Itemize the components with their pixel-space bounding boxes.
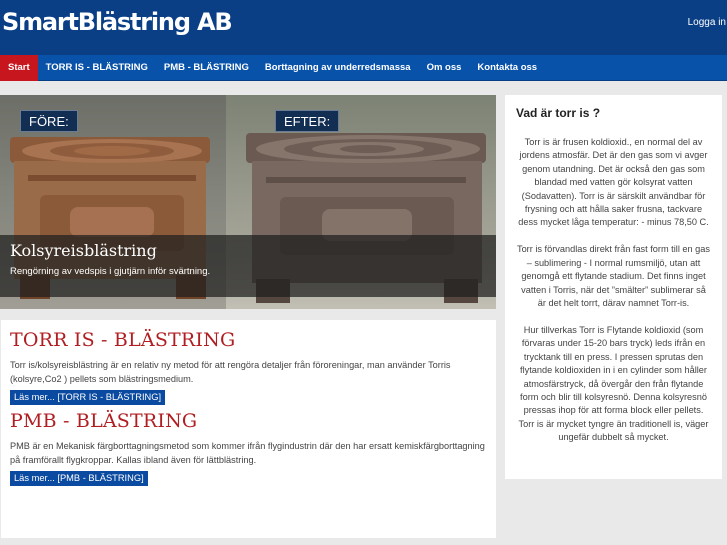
main-content: TORR IS - BLÄSTRING Torr is/kolsyreisblä… — [1, 320, 496, 538]
site-header: SmartBlästring AB Logga in — [0, 0, 727, 55]
section-text-pmb: PMB är en Mekanisk färgborttagningsmetod… — [10, 441, 485, 465]
nav-item-om-oss[interactable]: Om oss — [419, 55, 470, 81]
site-logo[interactable]: SmartBlästring AB — [2, 8, 233, 36]
nav-item-underredsmassa[interactable]: Borttagning av underredsmassa — [257, 55, 419, 81]
nav-item-pmb[interactable]: PMB - BLÄSTRING — [156, 55, 257, 81]
nav-item-start[interactable]: Start — [0, 55, 38, 81]
sidebar-title: Vad är torr is ? — [516, 106, 601, 120]
section-heading-pmb: PMB - BLÄSTRING — [10, 410, 198, 432]
nav-item-kontakta-oss[interactable]: Kontakta oss — [469, 55, 545, 81]
sidebar-info: Vad är torr is ? Torr is är frusen koldi… — [505, 95, 722, 479]
sidebar-paragraph: Torr is är frusen koldioxid., en normal … — [518, 137, 709, 228]
main-nav: Start TORR IS - BLÄSTRING PMB - BLÄSTRIN… — [0, 55, 727, 81]
nav-item-torr-is[interactable]: TORR IS - BLÄSTRING — [38, 55, 156, 81]
slide-caption-title: Kolsyreisblästring — [10, 241, 157, 260]
sidebar-paragraph: Torr is förvandlas direkt från fast form… — [516, 244, 710, 308]
after-label: EFTER: — [275, 110, 340, 132]
hero-slideshow[interactable]: FÖRE: EFTER: Kolsyreisblästring Rengörni… — [0, 95, 496, 309]
read-more-torr-is-button[interactable]: Läs mer... [TORR IS - BLÄSTRING] — [10, 390, 166, 405]
section-text-torr-is: Torr is/kolsyreisblästring är en relativ… — [10, 360, 451, 384]
sidebar-paragraph: Hur tillverkas Torr is Flytande koldioxi… — [518, 324, 709, 443]
slide-caption-subtitle: Rengörning av vedspis i gjutjärn inför s… — [10, 266, 211, 277]
section-heading-torr-is: TORR IS - BLÄSTRING — [10, 329, 236, 351]
before-label: FÖRE: — [20, 110, 78, 132]
login-link[interactable]: Logga in — [688, 17, 726, 28]
slide-caption: Kolsyreisblästring Rengörning av vedspis… — [0, 235, 496, 297]
read-more-pmb-button[interactable]: Läs mer... [PMB - BLÄSTRING] — [10, 471, 148, 486]
